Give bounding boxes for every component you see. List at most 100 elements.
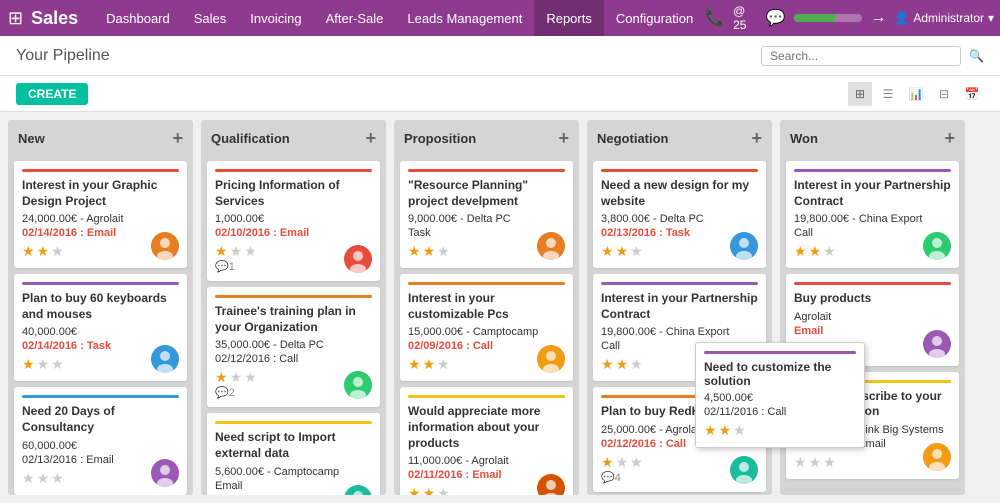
apps-icon[interactable]: ⊞ bbox=[8, 8, 23, 29]
nav-invoicing[interactable]: Invoicing bbox=[238, 0, 313, 36]
nav-dashboard[interactable]: Dashboard bbox=[94, 0, 182, 36]
nav-sales[interactable]: Sales bbox=[182, 0, 239, 36]
star-2[interactable]: ★ bbox=[230, 243, 243, 260]
star-2[interactable]: ★ bbox=[37, 356, 50, 373]
star-2[interactable]: ★ bbox=[809, 454, 822, 471]
chart-view-icon[interactable]: 📊 bbox=[904, 82, 928, 106]
star-3[interactable]: ★ bbox=[630, 356, 643, 373]
star-3[interactable]: ★ bbox=[437, 243, 450, 260]
card-amount: 9,000.00€ - Delta PC bbox=[408, 213, 565, 225]
star-2[interactable]: ★ bbox=[616, 454, 629, 471]
star-1[interactable]: ★ bbox=[22, 243, 35, 260]
card-title: Interest in your Graphic Design Project bbox=[22, 178, 179, 209]
list-view-icon[interactable]: ☰ bbox=[876, 82, 900, 106]
star-3[interactable]: ★ bbox=[437, 356, 450, 373]
star-1[interactable]: ★ bbox=[601, 243, 614, 260]
kanban-card[interactable]: Pricing Information of Services 1,000.00… bbox=[207, 161, 380, 281]
star-1[interactable]: ★ bbox=[215, 243, 228, 260]
kanban-card[interactable]: Need 20 Days of Consultancy 60,000.00€ 0… bbox=[14, 387, 187, 494]
star-2[interactable]: ★ bbox=[423, 243, 436, 260]
tooltip-amount: 4,500.00€ bbox=[704, 392, 856, 404]
col-cards-qualification: Pricing Information of Services 1,000.00… bbox=[201, 157, 386, 495]
star-1[interactable]: ★ bbox=[601, 454, 614, 471]
user-menu[interactable]: 👤 Administrator ▾ bbox=[894, 11, 994, 25]
star-1[interactable]: ★ bbox=[408, 485, 421, 495]
star-3[interactable]: ★ bbox=[244, 243, 257, 260]
kanban-card[interactable]: Need a new design for my website 3,800.0… bbox=[593, 161, 766, 268]
star-2[interactable]: ★ bbox=[809, 243, 822, 260]
star-1[interactable]: ★ bbox=[794, 243, 807, 260]
kanban-card[interactable]: Interest in your customizable Pcs 15,000… bbox=[400, 274, 573, 381]
card-amount: 40,000.00€ bbox=[22, 326, 179, 338]
star-3[interactable]: ★ bbox=[630, 454, 643, 471]
col-add-proposition[interactable]: + bbox=[558, 128, 569, 149]
kanban-card[interactable]: Interest in your Graphic Design Project … bbox=[14, 161, 187, 268]
chat-icon[interactable]: 💬 bbox=[766, 8, 786, 28]
at-badge[interactable]: @ 25 bbox=[733, 4, 758, 32]
col-add-won[interactable]: + bbox=[944, 128, 955, 149]
star-3[interactable]: ★ bbox=[630, 243, 643, 260]
star-1[interactable]: ★ bbox=[794, 454, 807, 471]
star-3[interactable]: ★ bbox=[51, 470, 64, 487]
star-3[interactable]: ★ bbox=[51, 356, 64, 373]
kanban-view-icon[interactable]: ⊞ bbox=[848, 82, 872, 106]
star-1[interactable]: ★ bbox=[408, 356, 421, 373]
star-2: ★ bbox=[719, 422, 732, 439]
kanban-card[interactable]: "Resource Planning" project develpment 9… bbox=[400, 161, 573, 268]
kanban-card[interactable]: Interest in your Partnership Contract 19… bbox=[786, 161, 959, 268]
star-1[interactable]: ★ bbox=[22, 470, 35, 487]
star-2[interactable]: ★ bbox=[616, 243, 629, 260]
card-top-bar bbox=[408, 395, 565, 398]
nav-leads[interactable]: Leads Management bbox=[395, 0, 534, 36]
star-2[interactable]: ★ bbox=[37, 470, 50, 487]
kanban-card[interactable]: Plan to buy 60 keyboards and mouses 40,0… bbox=[14, 274, 187, 381]
nav-aftersale[interactable]: After-Sale bbox=[314, 0, 396, 36]
star-2[interactable]: ★ bbox=[37, 243, 50, 260]
grid-view-icon[interactable]: ⊟ bbox=[932, 82, 956, 106]
star-3[interactable]: ★ bbox=[823, 243, 836, 260]
star-3[interactable]: ★ bbox=[51, 243, 64, 260]
phone-icon[interactable]: 📞 bbox=[705, 8, 725, 28]
star-1[interactable]: ★ bbox=[215, 369, 228, 386]
card-top-bar bbox=[22, 395, 179, 398]
star-3[interactable]: ★ bbox=[823, 454, 836, 471]
kanban-wrapper: New + Interest in your Graphic Design Pr… bbox=[0, 112, 1000, 503]
login-icon[interactable]: → bbox=[870, 9, 886, 27]
star-2[interactable]: ★ bbox=[423, 485, 436, 495]
star-1: ★ bbox=[704, 422, 717, 439]
calendar-view-icon[interactable]: 📅 bbox=[960, 82, 984, 106]
star-1[interactable]: ★ bbox=[601, 356, 614, 373]
sub-header: Your Pipeline 🔍 bbox=[0, 36, 1000, 76]
card-top-bar bbox=[794, 169, 951, 172]
search-box bbox=[761, 46, 961, 66]
star-2[interactable]: ★ bbox=[230, 369, 243, 386]
col-add-negotiation[interactable]: + bbox=[751, 128, 762, 149]
card-amount: 60,000.00€ bbox=[22, 440, 179, 452]
create-button[interactable]: CREATE bbox=[16, 83, 88, 105]
kanban-card[interactable]: Need script to Import external data 5,60… bbox=[207, 413, 380, 495]
card-avatar bbox=[344, 245, 372, 273]
kanban-card[interactable]: Would appreciate more information about … bbox=[400, 387, 573, 495]
star-1[interactable]: ★ bbox=[22, 356, 35, 373]
star-3[interactable]: ★ bbox=[244, 369, 257, 386]
tooltip-top-bar bbox=[704, 351, 856, 354]
nav-configuration[interactable]: Configuration bbox=[604, 0, 705, 36]
card-title: Buy products bbox=[794, 291, 951, 307]
star-1[interactable]: ★ bbox=[408, 243, 421, 260]
star-2[interactable]: ★ bbox=[423, 356, 436, 373]
col-add-qualification[interactable]: + bbox=[365, 128, 376, 149]
card-title: Interest in your Partnership Contract bbox=[601, 291, 758, 322]
progress-bar-fill bbox=[794, 14, 835, 22]
star-3[interactable]: ★ bbox=[437, 485, 450, 495]
kanban-card[interactable]: Trainee's training plan in your Organiza… bbox=[207, 287, 380, 407]
search-icon[interactable]: 🔍 bbox=[969, 49, 984, 63]
nav-reports[interactable]: Reports bbox=[534, 0, 604, 36]
card-top-bar bbox=[22, 282, 179, 285]
search-input[interactable] bbox=[770, 49, 952, 63]
card-avatar bbox=[151, 459, 179, 487]
column-new: New + Interest in your Graphic Design Pr… bbox=[8, 120, 193, 495]
col-add-new[interactable]: + bbox=[172, 128, 183, 149]
view-icons: ⊞ ☰ 📊 ⊟ 📅 bbox=[848, 82, 984, 106]
tooltip-stars: ★ ★ ★ bbox=[704, 422, 856, 439]
star-2[interactable]: ★ bbox=[616, 356, 629, 373]
